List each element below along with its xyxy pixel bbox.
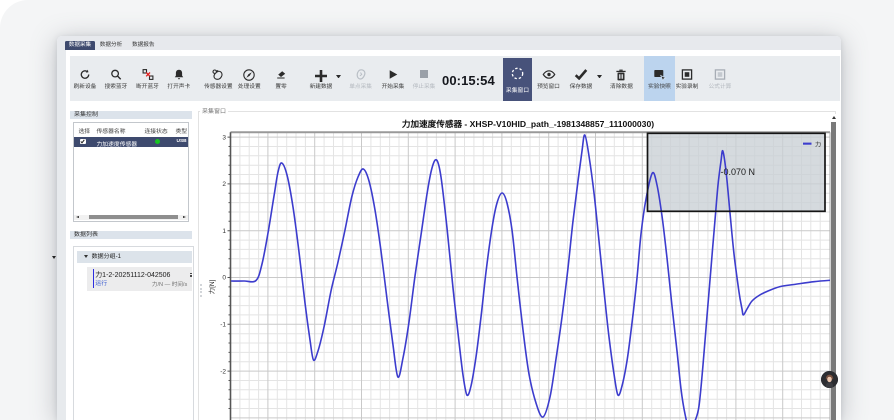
svg-text:0: 0 — [222, 275, 226, 282]
svg-text:2: 2 — [222, 181, 226, 188]
svg-text:-0.070 N: -0.070 N — [721, 167, 756, 177]
svg-text:3: 3 — [222, 134, 226, 141]
svg-text:力: 力 — [815, 141, 821, 149]
svg-text:1: 1 — [222, 228, 226, 235]
svg-text:-2: -2 — [220, 368, 226, 375]
svg-text:力[N]: 力[N] — [208, 279, 216, 294]
svg-text:-1: -1 — [220, 322, 226, 329]
